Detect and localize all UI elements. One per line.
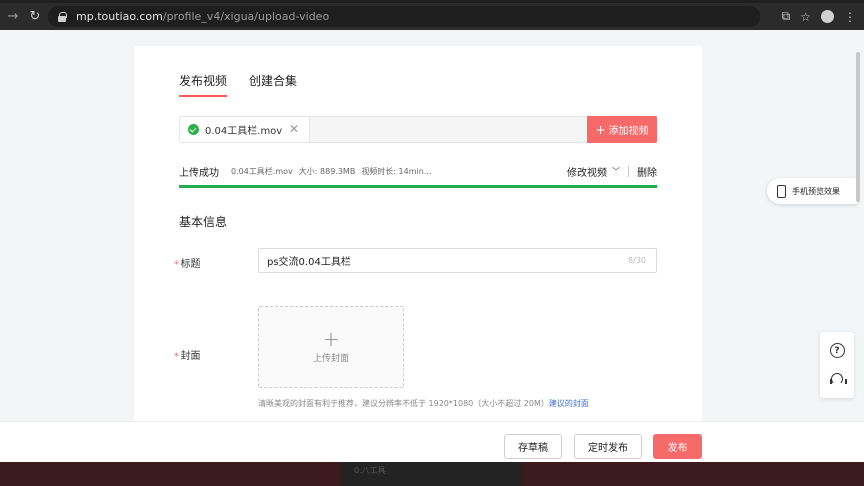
cover-hint-text: 清晰美观的封面有利于推荐，建议分辨率不低于 1920*1080（大小不超过 20… <box>258 399 549 408</box>
browser-toolbar: → ↻ mp.toutiao.com/profile_v4/xigua/uplo… <box>0 3 864 30</box>
section-title: 基本信息 <box>179 215 228 229</box>
help-panel: ? <box>820 332 854 398</box>
url-host: mp.toutiao.com <box>76 10 163 23</box>
page-content: 发布视频 创建合集 0.04工具栏.mov ✕ + 添加视频 上传成功 0.04… <box>0 30 864 486</box>
background-window-text: 0.八工具 <box>354 466 386 475</box>
lock-icon <box>58 12 67 22</box>
help-question-icon[interactable]: ? <box>829 343 845 358</box>
reload-icon[interactable]: ↻ <box>24 9 46 24</box>
cover-upload-label: 上传封面 <box>312 354 349 364</box>
save-draft-button[interactable]: 存草稿 <box>504 434 562 459</box>
url-text: mp.toutiao.com/profile_v4/xigua/upload-v… <box>76 10 329 23</box>
upload-progress-bar <box>179 185 657 188</box>
address-bar[interactable]: mp.toutiao.com/profile_v4/xigua/upload-v… <box>48 6 760 27</box>
mobile-preview-button[interactable]: 手机预览效果 <box>767 178 857 204</box>
title-label-text: 标题 <box>180 259 201 270</box>
cover-label: * 封面 <box>174 347 201 362</box>
title-char-counter: 8/30 <box>628 256 646 265</box>
phone-icon <box>777 184 786 198</box>
check-circle-icon <box>188 124 199 135</box>
more-menu-icon[interactable]: ⋮ <box>844 10 856 24</box>
required-mark: * <box>174 260 179 270</box>
upload-status-row: 上传成功 0.04工具栏.mov 大小: 889.3MB 视频时长: 14min… <box>179 164 657 179</box>
publish-button[interactable]: 发布 <box>653 434 702 459</box>
uploaded-file-name: 0.04工具栏.mov <box>205 126 283 137</box>
divider <box>628 166 629 177</box>
tab-publish-video[interactable]: 发布视频 <box>179 72 228 97</box>
cover-label-text: 封面 <box>180 351 201 362</box>
plus-icon: + <box>595 122 606 137</box>
title-input-value: ps交流0.04工具栏 <box>267 257 351 268</box>
title-input[interactable]: ps交流0.04工具栏 8/30 <box>258 248 657 273</box>
delete-video-button[interactable]: 删除 <box>637 164 657 179</box>
upload-status: 上传成功 <box>179 167 219 179</box>
status-size: 大小: 889.3MB <box>298 166 356 176</box>
bookmark-star-icon[interactable]: ☆ <box>800 10 811 24</box>
chevron-down-icon[interactable]: ﹀ <box>612 166 620 177</box>
forward-arrow-icon[interactable]: → <box>2 9 24 24</box>
required-mark: * <box>174 352 179 362</box>
schedule-publish-button[interactable]: 定时发布 <box>574 434 642 459</box>
upload-row: 0.04工具栏.mov ✕ + 添加视频 <box>179 116 657 143</box>
browser-actions: ⧉ ☆ ⋮ <box>782 9 856 24</box>
close-icon[interactable]: ✕ <box>289 122 299 136</box>
plus-icon: + <box>322 327 340 351</box>
background-window-panel: 0.八工具 <box>342 462 522 486</box>
cover-hint: 清晰美观的封面有利于推荐，建议分辨率不低于 1920*1080（大小不超过 20… <box>258 398 589 409</box>
upload-progress-fill <box>179 185 657 188</box>
customer-service-headset-icon[interactable] <box>829 372 847 387</box>
status-duration: 视频时长: 14min... <box>361 166 432 176</box>
tab-bar: 发布视频 创建合集 <box>179 72 297 97</box>
url-path: /profile_v4/xigua/upload-video <box>162 10 330 23</box>
page-scrollbar[interactable] <box>856 52 860 202</box>
status-file: 0.04工具栏.mov <box>231 166 293 176</box>
background-window-strip: 0.八工具 <box>0 462 864 486</box>
status-actions: 修改视频 ﹀ 删除 <box>567 164 657 179</box>
add-video-button[interactable]: + 添加视频 <box>587 116 657 143</box>
suggested-cover-link[interactable]: 建议的封面 <box>549 399 589 408</box>
title-label: * 标题 <box>174 255 201 270</box>
upload-card: 发布视频 创建合集 0.04工具栏.mov ✕ + 添加视频 上传成功 0.04… <box>134 46 702 436</box>
profile-icon[interactable] <box>821 10 834 23</box>
add-video-label: 添加视频 <box>608 126 649 137</box>
cover-upload-box[interactable]: + 上传封面 <box>258 306 404 388</box>
install-app-icon[interactable]: ⧉ <box>782 9 791 24</box>
modify-video-button[interactable]: 修改视频 <box>567 164 607 179</box>
tab-create-collection[interactable]: 创建合集 <box>249 72 297 97</box>
uploaded-file-chip: 0.04工具栏.mov ✕ <box>180 117 310 142</box>
bottom-action-bar: 存草稿 定时发布 发布 <box>0 421 864 462</box>
mobile-preview-label: 手机预览效果 <box>792 186 840 196</box>
